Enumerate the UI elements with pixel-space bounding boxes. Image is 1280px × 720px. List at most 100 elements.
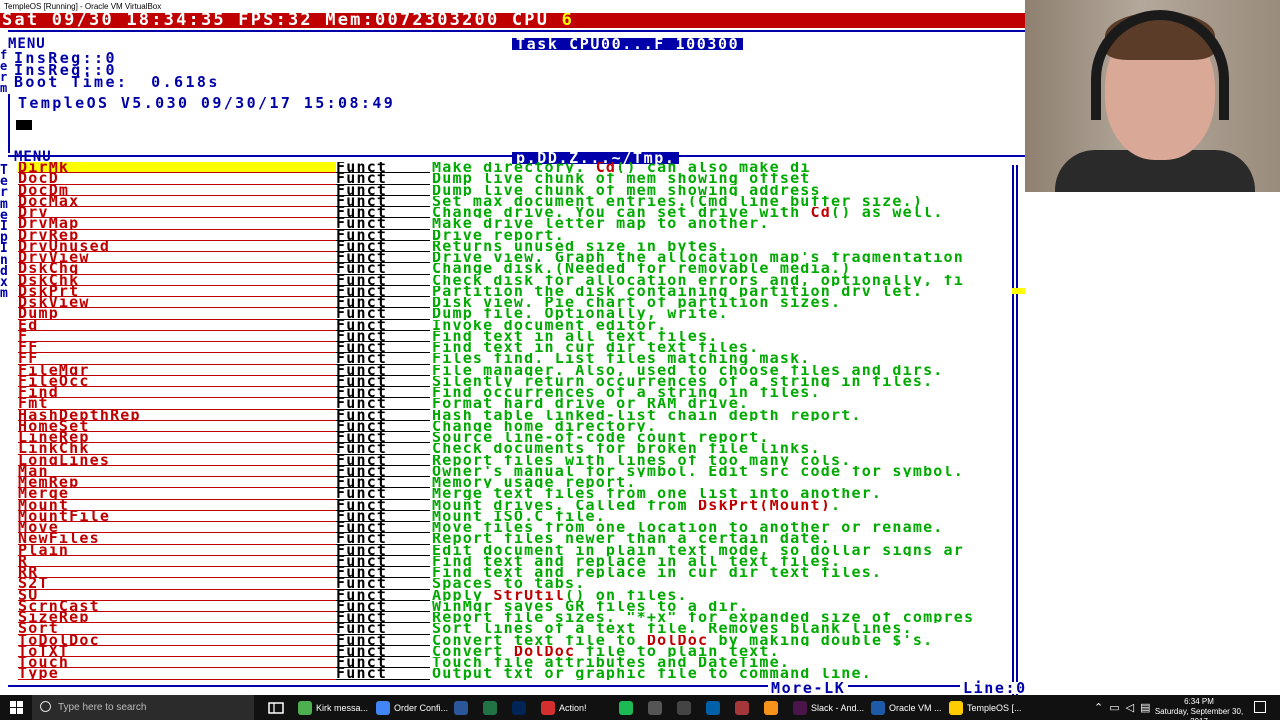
function-row[interactable]: NewFiles Funct Report files newer than a c… — [14, 533, 1025, 545]
function-name-link[interactable]: MountFile — [18, 511, 336, 522]
function-name-link[interactable]: DskView — [18, 297, 336, 309]
function-name-link[interactable]: SizeRep — [18, 612, 336, 624]
function-name-link[interactable]: S2T — [18, 578, 336, 590]
taskbar-app-button[interactable] — [677, 699, 695, 716]
function-name-link[interactable]: ToDolDoc — [18, 635, 336, 646]
taskbar-clock[interactable]: 6:34 PM Saturday, September 30, 2017 — [1148, 697, 1250, 720]
function-row[interactable]: DrvMap Funct Make drive letter map to anot… — [14, 218, 1025, 230]
taskbar-app-button[interactable] — [706, 699, 724, 716]
task-view-button[interactable] — [268, 699, 284, 716]
function-name-link[interactable]: Fmt — [18, 398, 336, 410]
battery-icon[interactable]: ▭ — [1109, 701, 1119, 714]
function-name-link[interactable]: R — [18, 556, 336, 567]
function-row[interactable]: DskChk Funct Check disk for allocation err… — [14, 275, 1025, 286]
taskbar-app-button[interactable] — [512, 699, 530, 716]
chevron-up-icon[interactable]: ⌃ — [1094, 701, 1103, 714]
function-name-link[interactable]: LinkChk — [18, 443, 336, 455]
function-name-link[interactable]: DskChg — [18, 263, 336, 275]
description-link[interactable]: DolDoc — [514, 646, 575, 657]
function-row[interactable]: Ed Funct Invoke document editor. — [14, 320, 1025, 331]
function-name-link[interactable]: Dump — [18, 308, 336, 320]
function-row[interactable]: R Funct Find text and replace in all text … — [14, 556, 1025, 567]
function-name-link[interactable]: F — [18, 331, 336, 342]
taskbar-app-button[interactable]: Kirk messa... — [298, 699, 368, 716]
function-name-link[interactable]: Type — [18, 668, 336, 680]
function-row[interactable]: FF Funct Files find. List files matching m… — [14, 353, 1025, 365]
function-row[interactable]: Dump Funct Dump file. Optionally, write. — [14, 308, 1025, 320]
function-row[interactable]: DocDm Funct Dump live chunk of mem showing… — [14, 185, 1025, 196]
description-link[interactable]: DskPrt(Mount) — [698, 500, 831, 511]
function-name-link[interactable]: Merge — [18, 488, 336, 500]
upper-task-pane[interactable]: MENU Task CPU00...F 100300 ferm InsReg::… — [0, 28, 1025, 158]
function-name-link[interactable]: DrvUnused — [18, 241, 336, 252]
taskbar-app-button[interactable]: Slack - And... — [793, 699, 864, 716]
taskbar-app-button[interactable]: Oracle VM ... — [871, 699, 942, 716]
function-name-link[interactable]: ScrnCast — [18, 601, 336, 612]
function-row[interactable]: HashDepthRep Funct Hash table linked-list … — [14, 410, 1025, 421]
function-name-link[interactable]: SU — [18, 590, 336, 601]
function-name-link[interactable]: Man — [18, 466, 336, 477]
function-name-link[interactable]: LineRep — [18, 432, 336, 444]
function-name-link[interactable]: Plain — [18, 545, 336, 556]
function-row[interactable]: S2T Funct Spaces to tabs. — [14, 578, 1025, 590]
function-name-link[interactable]: DrvRep — [18, 230, 336, 241]
function-name-link[interactable]: DskChk — [18, 275, 336, 286]
taskbar-app-button[interactable] — [735, 699, 753, 716]
function-list[interactable]: DirMk Funct Make directory. Cd() can also … — [14, 162, 1025, 680]
function-row[interactable]: FileOcc Funct Silently return occurrences … — [14, 376, 1025, 387]
function-row[interactable]: ScrnCast Funct WinMgr saves GR files to a … — [14, 601, 1025, 612]
taskbar-app-button[interactable] — [619, 699, 637, 716]
description-link[interactable]: Cd — [596, 162, 616, 173]
taskbar-app-button[interactable] — [764, 699, 782, 716]
function-name-link[interactable]: Touch — [18, 657, 336, 669]
scrollbar-thumb[interactable] — [1012, 288, 1025, 294]
function-name-link[interactable]: RR — [18, 567, 336, 579]
function-row[interactable]: Type Funct Output txt or graphic file to c… — [14, 668, 1025, 680]
function-name-link[interactable]: DirMk — [18, 162, 336, 174]
function-name-link[interactable]: NewFiles — [18, 533, 336, 545]
function-row[interactable]: Move Funct Move files from one location to… — [14, 522, 1025, 534]
start-button[interactable] — [0, 695, 32, 720]
function-name-link[interactable]: Move — [18, 522, 336, 534]
function-name-link[interactable]: DrvMap — [18, 218, 336, 230]
function-name-link[interactable]: DocD — [18, 173, 336, 185]
function-name-link[interactable]: FF — [18, 342, 336, 354]
function-name-link[interactable]: Find — [18, 387, 336, 399]
function-row[interactable]: LineRep Funct Source line-of-code count re… — [14, 432, 1025, 444]
function-row[interactable]: MemRep Funct Memory usage report. — [14, 477, 1025, 489]
function-name-link[interactable]: HomeSet — [18, 421, 336, 432]
function-name-link[interactable]: HashDepthRep — [18, 410, 336, 421]
function-row[interactable]: DskPrt Funct Partition the disk containing… — [14, 286, 1025, 297]
taskbar-app-button[interactable] — [454, 699, 472, 716]
lower-doc-pane[interactable]: MENU p.DD.Z...~/Tmp. TermeIpIndxm DirMk F… — [0, 150, 1025, 695]
function-row[interactable]: FF Funct Find text in cur dir text files. — [14, 342, 1025, 354]
function-row[interactable]: DocMax Funct Set max document entries.(Cmd… — [14, 196, 1025, 207]
function-name-link[interactable]: Drv — [18, 207, 336, 219]
function-name-link[interactable]: FF — [18, 353, 336, 365]
function-row[interactable]: MountFile Funct Mount ISO.C file. — [14, 511, 1025, 522]
function-row[interactable]: SU Funct Apply StrUtil() on files. — [14, 590, 1025, 601]
scrollbar-track[interactable] — [1012, 165, 1018, 695]
function-row[interactable]: Mount Funct Mount drives. Called from DskP… — [14, 500, 1025, 511]
function-row[interactable]: Touch Funct Touch file attributes and Date… — [14, 657, 1025, 669]
function-name-link[interactable]: FileMgr — [18, 365, 336, 376]
function-row[interactable]: LongLines Funct Report files with lines of… — [14, 455, 1025, 466]
function-name-link[interactable]: DocMax — [18, 196, 336, 207]
function-row[interactable]: Find Funct Find occurrences of a string in… — [14, 387, 1025, 399]
notification-icon[interactable] — [1254, 701, 1266, 713]
function-name-link[interactable]: DocDm — [18, 185, 336, 196]
function-name-link[interactable]: Ed — [18, 320, 336, 331]
taskbar-search-box[interactable]: Type here to search — [32, 695, 254, 720]
function-row[interactable]: FileMgr Funct File manager. Also, used to … — [14, 365, 1025, 376]
function-row[interactable]: DrvView Funct Drive view. Graph the alloca… — [14, 252, 1025, 264]
taskbar-app-button[interactable]: TempleOS [... — [949, 699, 1022, 716]
function-row[interactable]: Merge Funct Merge text files from one list… — [14, 488, 1025, 500]
function-row[interactable]: SizeRep Funct Report file sizes. "*+x" for… — [14, 612, 1025, 624]
function-name-link[interactable]: LongLines — [18, 455, 336, 466]
function-name-link[interactable]: DskPrt — [18, 286, 336, 297]
taskbar-app-button[interactable] — [648, 699, 666, 716]
taskbar-app-button[interactable]: Action! — [541, 699, 587, 716]
function-row[interactable]: ToTXT Funct Convert DolDoc file to plain t… — [14, 646, 1025, 657]
function-name-link[interactable]: FileOcc — [18, 376, 336, 387]
function-row[interactable]: Fmt Funct Format hard drive or RAM drive. — [14, 398, 1025, 410]
